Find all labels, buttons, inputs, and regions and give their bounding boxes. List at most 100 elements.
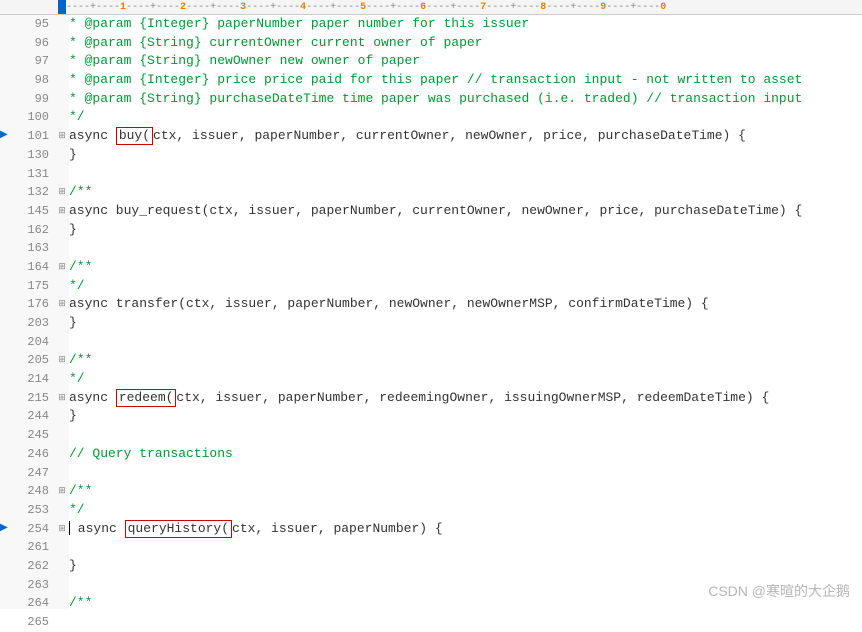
line-number-gutter[interactable]: 9596979899100101130131132145162163164175… <box>10 15 55 609</box>
line-marker <box>0 501 10 520</box>
code-line[interactable]: async queryHistory(ctx, issuer, paperNum… <box>69 520 862 539</box>
fold-toggle <box>55 613 69 632</box>
fold-toggle <box>55 165 69 184</box>
line-number: 95 <box>10 15 49 34</box>
code-line[interactable]: } <box>69 314 862 333</box>
line-marker <box>0 277 10 296</box>
code-line[interactable] <box>69 538 862 557</box>
line-number: 253 <box>10 501 49 520</box>
code-line[interactable]: /** <box>69 258 862 277</box>
code-content[interactable]: * @param {Integer} paperNumber paper num… <box>69 15 862 609</box>
fold-toggle <box>55 538 69 557</box>
fold-toggle <box>55 464 69 483</box>
code-line[interactable] <box>69 239 862 258</box>
line-number: 261 <box>10 538 49 557</box>
line-number: 246 <box>10 445 49 464</box>
code-line[interactable]: /** <box>69 594 862 609</box>
line-marker: ▶ <box>0 127 10 146</box>
code-line[interactable]: /** <box>69 351 862 370</box>
code-line[interactable]: async redeem(ctx, issuer, paperNumber, r… <box>69 389 862 408</box>
code-line[interactable]: async buy(ctx, issuer, paperNumber, curr… <box>69 127 862 146</box>
code-line[interactable] <box>69 426 862 445</box>
line-number: 204 <box>10 333 49 352</box>
fold-toggle[interactable]: ⊞ <box>55 295 69 314</box>
fold-toggle[interactable]: ⊞ <box>55 351 69 370</box>
line-marker <box>0 165 10 184</box>
fold-toggle[interactable]: ⊞ <box>55 202 69 221</box>
code-line[interactable]: // Query transactions <box>69 445 862 464</box>
line-marker <box>0 221 10 240</box>
code-line[interactable] <box>69 165 862 184</box>
line-number: 254 <box>10 520 49 539</box>
code-line[interactable]: */ <box>69 277 862 296</box>
line-marker <box>0 183 10 202</box>
fold-toggle <box>55 407 69 426</box>
code-line[interactable]: * @param {String} currentOwner current o… <box>69 34 862 53</box>
code-line[interactable]: async transfer(ctx, issuer, paperNumber,… <box>69 295 862 314</box>
code-line[interactable]: } <box>69 407 862 426</box>
line-marker <box>0 146 10 165</box>
line-marker <box>0 71 10 90</box>
fold-toggle <box>55 576 69 595</box>
fold-toggle[interactable]: ⊞ <box>55 389 69 408</box>
code-line[interactable]: * @param {String} purchaseDateTime time … <box>69 90 862 109</box>
line-number: 262 <box>10 557 49 576</box>
line-marker <box>0 426 10 445</box>
line-number: 263 <box>10 576 49 595</box>
line-marker <box>0 108 10 127</box>
fold-toggle <box>55 221 69 240</box>
fold-toggle[interactable]: ⊞ <box>55 183 69 202</box>
line-number: 215 <box>10 389 49 408</box>
code-line[interactable]: */ <box>69 370 862 389</box>
code-line[interactable]: } <box>69 557 862 576</box>
code-line[interactable]: async buy_request(ctx, issuer, paperNumb… <box>69 202 862 221</box>
fold-toggle <box>55 314 69 333</box>
line-marker <box>0 295 10 314</box>
fold-toggle <box>55 15 69 34</box>
highlight-box: queryHistory( <box>125 520 232 538</box>
code-line[interactable] <box>69 464 862 483</box>
line-marker <box>0 333 10 352</box>
line-number: 145 <box>10 202 49 221</box>
column-ruler: ----+----1----+----2----+----3----+----4… <box>0 0 862 15</box>
fold-toggle <box>55 52 69 71</box>
line-marker <box>0 613 10 632</box>
code-line[interactable] <box>69 333 862 352</box>
fold-toggle <box>55 557 69 576</box>
code-line[interactable]: * @param {Integer} price price paid for … <box>69 71 862 90</box>
line-marker <box>0 482 10 501</box>
highlight-box: redeem( <box>116 389 177 407</box>
line-number: 132 <box>10 183 49 202</box>
fold-toggle[interactable]: ⊞ <box>55 482 69 501</box>
code-line[interactable]: * @param {String} newOwner new owner of … <box>69 52 862 71</box>
line-marker <box>0 370 10 389</box>
code-line[interactable]: */ <box>69 501 862 520</box>
line-number: 163 <box>10 239 49 258</box>
line-marker <box>0 576 10 595</box>
code-line[interactable]: /** <box>69 482 862 501</box>
code-line[interactable]: } <box>69 146 862 165</box>
line-number: 162 <box>10 221 49 240</box>
code-line[interactable] <box>69 576 862 595</box>
line-number: 130 <box>10 146 49 165</box>
marker-column: ▶▶ <box>0 15 10 609</box>
fold-toggle[interactable]: ⊞ <box>55 127 69 146</box>
line-number: 244 <box>10 407 49 426</box>
fold-toggle[interactable]: ⊞ <box>55 258 69 277</box>
line-number: 265 <box>10 613 49 632</box>
fold-column[interactable]: ⊞⊞⊞⊞⊞⊞⊞⊞⊞ <box>55 15 69 609</box>
code-line[interactable]: * @param {Integer} paperNumber paper num… <box>69 15 862 34</box>
line-marker <box>0 52 10 71</box>
code-line[interactable]: */ <box>69 108 862 127</box>
fold-toggle[interactable]: ⊞ <box>55 520 69 539</box>
fold-toggle <box>55 71 69 90</box>
line-marker <box>0 557 10 576</box>
code-line[interactable]: /** <box>69 183 862 202</box>
line-number: 248 <box>10 482 49 501</box>
line-marker <box>0 464 10 483</box>
fold-toggle <box>55 594 69 613</box>
code-line[interactable]: } <box>69 221 862 240</box>
line-marker <box>0 314 10 333</box>
line-number: 97 <box>10 52 49 71</box>
line-number: 264 <box>10 594 49 613</box>
